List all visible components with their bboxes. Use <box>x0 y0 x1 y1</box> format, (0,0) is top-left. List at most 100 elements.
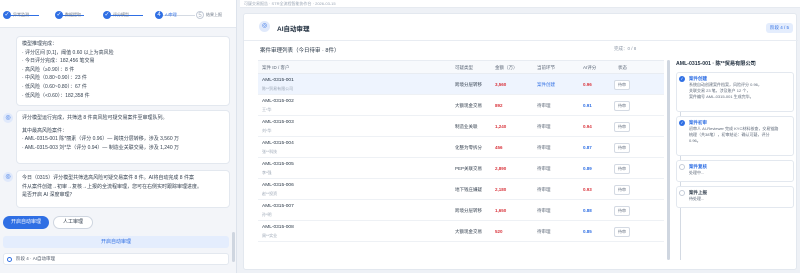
status-badge: 待审 <box>614 164 630 174</box>
chat-message: 评分模型运行完成，共筛选 8 件高风险可疑交易案件至审理队列。 其中最高风险案件… <box>16 110 230 164</box>
ai-score: 0.88 <box>583 208 592 213</box>
auto-review-status-bar: 开启自动审理 <box>3 236 229 248</box>
customer-name: 陈**贸易有限公司 <box>262 86 294 91</box>
app-root: 异常监测 数据提取 评分模型 4 AI审理 5 结果上报 模型推理完成： · 评… <box>0 0 800 273</box>
step-label: 异常监测 <box>13 12 29 17</box>
message-line: · AML-0315-003 刘*华（评分 0.94）— 制造业关联交易，涉及 … <box>22 144 179 151</box>
table-row[interactable]: AML-0315-002 王*华 大额现金交易 892 待审理 0.91 待审 <box>258 95 664 116</box>
table-row[interactable]: AML-0315-007 孙*明 跨境分层转移 1,650 待审理 0.88 待… <box>258 200 664 221</box>
column-header: 金额（万） <box>495 65 518 70</box>
amount: 1,240 <box>495 124 507 129</box>
case-id: AML-0315-004 <box>262 141 294 146</box>
step-3: 评分模型 <box>103 11 129 19</box>
timeline-item-case-created: ✓ 案件创建 系统自动创建案件档案，风险评分 0.96， 关联交易 23 笔，涉… <box>676 72 794 112</box>
ai-score: 0.87 <box>583 145 592 150</box>
review-card: ◎ AI自动审理 阶段 4 / 5 案件审理列表（今日待审 · 8件） 完成：0… <box>243 13 798 270</box>
amount: 2,180 <box>495 187 507 192</box>
amount: 1,650 <box>495 208 507 213</box>
current-stage: 待审理 <box>537 124 551 129</box>
customer-name: 张**科技 <box>262 149 278 154</box>
check-icon <box>55 11 63 19</box>
table-row[interactable]: AML-0315-005 李*强 PEP关联交易 2,890 待审理 0.89 … <box>258 158 664 179</box>
customer-name: 刘*华 <box>262 128 272 133</box>
start-auto-review-button[interactable]: 开启自动审理 <box>3 216 49 229</box>
timeline-item-report: 案件上报 待处理... <box>676 186 794 208</box>
status-badge: 待审 <box>614 122 630 132</box>
pending-icon <box>679 164 685 170</box>
chat-message: 今日（0315）评分模型共筛选高风险可疑交易案件 8 件。AI将自动完成 8 件… <box>16 170 230 208</box>
ai-review-icon: ◎ <box>259 21 270 32</box>
timeline-text: 0.96。 <box>689 138 701 143</box>
case-id: AML-0315-007 <box>262 204 294 209</box>
panel-title: AI自动审理 <box>277 26 310 33</box>
ai-score: 0.89 <box>583 166 592 171</box>
status-badge: 待审 <box>614 143 630 153</box>
step-number-icon: 5 <box>196 11 204 19</box>
case-id: AML-0315-003 <box>262 120 294 125</box>
status-badge: 待审 <box>614 101 630 111</box>
step-5: 5 结果上报 <box>196 11 222 19</box>
completion-count: 完成：0 / 8 <box>614 46 637 51</box>
current-stage: 待审理 <box>537 208 551 213</box>
status-badge: 待审 <box>614 227 630 237</box>
ai-score: 0.93 <box>583 187 592 192</box>
message-line: · 低风险（<0.60）：182,358 件 <box>22 92 90 99</box>
suspicious-type: 大额现金交易 <box>455 103 482 108</box>
chat-scrollbar[interactable] <box>232 232 235 262</box>
check-icon: ✓ <box>679 76 685 82</box>
column-header: 可疑类型 <box>455 65 473 70</box>
stage-badge: 阶段 4 / 5 <box>765 23 793 33</box>
table-row[interactable]: AML-0315-008 周**实业 大额现金交易 520 待审理 0.85 待… <box>258 221 664 242</box>
table-scrollbar[interactable] <box>667 60 670 260</box>
current-stage: 待审理 <box>537 229 551 234</box>
manual-review-button[interactable]: 人工审理 <box>53 216 93 229</box>
step-2: 数据提取 <box>55 11 81 19</box>
suspicious-type: PEP关联交易 <box>455 166 483 171</box>
check-icon <box>3 11 11 19</box>
table-row[interactable]: AML-0315-003 刘*华 制造业关联 1,240 待审理 0.94 待审 <box>258 116 664 137</box>
timeline-text: 处理中... <box>689 170 705 175</box>
detail-title: AML-0315-001 · 陈**贸易有限公司 <box>676 61 756 67</box>
chat-panel: 异常监测 数据提取 评分模型 4 AI审理 5 结果上报 模型推理完成： · 评… <box>0 0 237 273</box>
step-label: 评分模型 <box>113 12 129 17</box>
table-row[interactable]: AML-0315-001 陈**贸易有限公司 跨境分层转移 3,560 案件创建… <box>258 74 664 95</box>
customer-name: 孙*明 <box>262 212 272 217</box>
suspicious-type: 制造业关联 <box>455 124 478 129</box>
suspicious-type: 大额现金交易 <box>455 229 482 234</box>
chat-message: 模型推理完成： · 评分区间 [0,1]，阈值 0.60 以上为高风险 · 今日… <box>16 36 230 106</box>
message-line: · 评分区间 [0,1]，阈值 0.60 以上为高风险 <box>22 49 114 56</box>
check-icon <box>103 11 111 19</box>
message-line: 是否开启 AI 深度审理？ <box>22 192 75 199</box>
stage-label: 阶段 4 · AI自动审理 <box>16 256 56 261</box>
current-stage: 待审理 <box>537 145 551 150</box>
suspicious-type: 跨境分层转移 <box>455 82 482 87</box>
amount: 456 <box>495 145 503 150</box>
case-detail-panel: AML-0315-001 · 陈**贸易有限公司 ✓ 案件创建 系统自动创建案件… <box>676 60 794 268</box>
message-line: 模型推理完成： <box>22 41 58 47</box>
divider <box>244 40 798 41</box>
message-line: 其中最高风险案件： <box>22 127 68 134</box>
customer-name: 王*华 <box>262 107 272 112</box>
column-header: 案件 ID / 客户 <box>262 65 290 70</box>
step-4: 4 AI审理 <box>155 11 177 19</box>
message-line: · 高风险（≥0.90）：8 件 <box>22 66 75 73</box>
case-id: AML-0315-001 <box>262 78 294 83</box>
amount: 892 <box>495 103 503 108</box>
suspicious-type: 化整为零拆分 <box>455 145 482 150</box>
customer-name: 李*强 <box>262 170 272 175</box>
customer-name: 周**实业 <box>262 233 278 238</box>
step-label: 数据提取 <box>65 12 81 17</box>
current-stage: 待审理 <box>537 103 551 108</box>
check-icon: ✓ <box>679 120 685 126</box>
ai-score: 0.91 <box>583 103 592 108</box>
stage-icon <box>7 257 12 262</box>
suspicious-type: 地下钱庄嫌疑 <box>455 187 482 192</box>
pending-icon <box>679 190 685 196</box>
case-id: AML-0315-002 <box>262 99 294 104</box>
amount: 3,560 <box>495 82 507 87</box>
table-row[interactable]: AML-0315-004 张**科技 化整为零拆分 456 待审理 0.87 待… <box>258 137 664 158</box>
amount: 520 <box>495 229 503 234</box>
table-row[interactable]: AML-0315-006 赵**投资 地下钱庄嫌疑 2,180 待审理 0.93… <box>258 179 664 200</box>
progress-stepper: 异常监测 数据提取 评分模型 4 AI审理 5 结果上报 <box>0 0 236 28</box>
message-line: · 今日评分完成：182,456 笔交易 <box>22 58 95 65</box>
